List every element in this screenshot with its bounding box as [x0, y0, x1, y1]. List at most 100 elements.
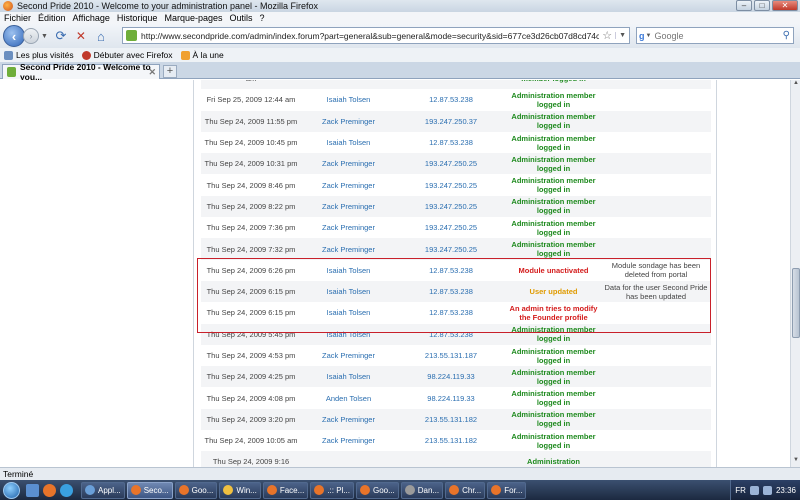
- show-desktop-icon[interactable]: [26, 483, 39, 497]
- forward-button[interactable]: ›: [23, 28, 39, 44]
- bookmark-getting-started[interactable]: Débuter avec Firefox: [81, 50, 173, 60]
- log-user-link[interactable]: Zack Preminger: [301, 153, 396, 175]
- taskbar-item[interactable]: Win...: [219, 481, 261, 499]
- menu-item-fichier[interactable]: Fichier: [4, 13, 31, 23]
- log-user-link[interactable]: Zack Preminger: [301, 408, 396, 431]
- start-button[interactable]: [0, 480, 22, 500]
- log-detail: [601, 451, 711, 467]
- log-user-link[interactable]: Isaiah Tolsen: [301, 259, 396, 281]
- log-action: Administration member logged in: [506, 323, 601, 345]
- menu-item-help[interactable]: ?: [260, 13, 265, 23]
- taskbar-item[interactable]: Chr...: [445, 481, 486, 499]
- url-bar[interactable]: http://www.secondpride.com/admin/index.f…: [122, 27, 630, 44]
- log-ip-link[interactable]: 12.87.53.238: [396, 259, 506, 281]
- taskbar-item[interactable]: Dan...: [400, 481, 444, 499]
- log-row: Thu Sep 24, 2009 8:22 pm Zack Preminger 19…: [201, 195, 711, 218]
- back-button[interactable]: ‹: [3, 25, 25, 47]
- volume-icon[interactable]: [762, 485, 772, 495]
- close-button[interactable]: ✕: [772, 0, 798, 11]
- taskbar-item[interactable]: Appl...: [81, 481, 125, 499]
- bookmark-headlines[interactable]: À la une: [180, 50, 224, 60]
- log-ip-link[interactable]: 98.224.119.33: [396, 387, 506, 409]
- log-user-link[interactable]: Isaiah Tolsen: [301, 366, 396, 388]
- log-ip-link[interactable]: 193.247.250.25: [396, 153, 506, 175]
- taskbar-item[interactable]: .:: Pl...: [310, 481, 354, 499]
- taskbar-item[interactable]: Face...: [262, 481, 309, 499]
- taskbar-item[interactable]: Goo...: [174, 481, 218, 499]
- tab-close-icon[interactable]: ✕: [148, 67, 156, 78]
- log-ip-link[interactable]: 193.247.250.25: [396, 238, 506, 260]
- search-input[interactable]: [654, 30, 783, 41]
- new-tab-button[interactable]: +: [163, 65, 177, 78]
- clock[interactable]: 23:36: [776, 486, 796, 495]
- forward-arrow-icon: ›: [29, 31, 33, 41]
- taskbar-item[interactable]: For...: [487, 481, 527, 499]
- log-action: Administration member logged in: [506, 131, 601, 154]
- log-ip-link[interactable]: 213.55.131.182: [396, 430, 506, 452]
- log-user-link[interactable]: Zack Preminger: [301, 344, 396, 367]
- log-user-link[interactable]: Isaiah Tolsen: [301, 131, 396, 154]
- menu-item-outils[interactable]: Outils: [230, 13, 253, 23]
- home-icon[interactable]: ⌂: [92, 27, 110, 45]
- maximize-button[interactable]: □: [754, 0, 770, 11]
- menu-item-historique[interactable]: Historique: [117, 13, 158, 23]
- log-detail: [601, 323, 711, 345]
- taskbar-item-label: Chr...: [462, 485, 482, 495]
- reload-icon[interactable]: ⟳: [52, 27, 70, 45]
- bookmark-most-visited[interactable]: Les plus visités: [4, 50, 74, 60]
- log-ip-link[interactable]: 12.87.53.238: [396, 323, 506, 345]
- rss-feed-icon: [180, 50, 190, 60]
- log-ip-link[interactable]: 98.224.119.33: [396, 366, 506, 388]
- log-ip-link[interactable]: 12.87.53.238: [396, 131, 506, 154]
- log-row: Thu Sep 24, 2009 9:16 Administration: [201, 451, 711, 467]
- taskbar-app-icon: [178, 485, 189, 495]
- log-user-link[interactable]: Isaiah Tolsen: [301, 280, 396, 303]
- log-date: Fri Sep 25, 2009 12:44 am: [201, 89, 301, 111]
- engine-dropdown-icon[interactable]: ▼: [646, 33, 652, 39]
- firefox-quicklaunch-icon[interactable]: [43, 483, 56, 497]
- vertical-scrollbar[interactable]: ▲ ▼: [790, 80, 800, 467]
- stop-icon[interactable]: ✕: [72, 27, 90, 45]
- search-icon[interactable]: ⚲: [783, 30, 790, 41]
- log-ip-link[interactable]: 193.247.250.25: [396, 174, 506, 196]
- taskbar-item[interactable]: Seco...: [126, 481, 173, 499]
- log-ip-link[interactable]: 12.87.53.238: [396, 89, 506, 111]
- log-user-link[interactable]: Zack Preminger: [301, 430, 396, 452]
- bookmark-star-icon[interactable]: ☆: [602, 29, 612, 42]
- google-engine-icon[interactable]: g: [639, 31, 645, 41]
- url-dropdown-icon[interactable]: ▼: [615, 32, 629, 39]
- log-ip-link[interactable]: 213.55.131.187: [396, 344, 506, 367]
- log-user-link[interactable]: Zack Preminger: [301, 110, 396, 132]
- log-user-link[interactable]: Isaiah Tolsen: [301, 323, 396, 345]
- log-user-link[interactable]: Zack Preminger: [301, 195, 396, 218]
- scroll-down-icon[interactable]: ▼: [791, 457, 800, 467]
- windows-orb-icon: [2, 481, 20, 499]
- menu-item-edition[interactable]: Édition: [38, 13, 66, 23]
- log-user-link[interactable]: Zack Preminger: [301, 217, 396, 239]
- log-ip-link[interactable]: 193.247.250.25: [396, 195, 506, 218]
- log-user-link[interactable]: Isaiah Tolsen: [301, 89, 396, 111]
- ie-quicklaunch-icon[interactable]: [60, 483, 73, 497]
- url-text[interactable]: http://www.secondpride.com/admin/index.f…: [141, 31, 599, 41]
- log-user-link[interactable]: Zack Preminger: [301, 238, 396, 260]
- search-box[interactable]: g ▼ ⚲: [636, 27, 794, 44]
- log-ip-link[interactable]: 12.87.53.238: [396, 280, 506, 303]
- log-user-link[interactable]: Zack Preminger: [301, 174, 396, 196]
- language-indicator[interactable]: FR: [735, 486, 746, 495]
- network-icon[interactable]: [749, 485, 759, 495]
- windows-taskbar: Appl... Seco... Goo... Win... Face... .:: Pl.…: [0, 480, 800, 500]
- log-ip-link[interactable]: 193.247.250.37: [396, 110, 506, 132]
- log-ip-link[interactable]: 193.247.250.25: [396, 217, 506, 239]
- log-user-link[interactable]: Isaiah Tolsen: [301, 302, 396, 324]
- history-dropdown-icon[interactable]: ▼: [41, 33, 48, 40]
- menu-item-affichage[interactable]: Affichage: [73, 13, 110, 23]
- taskbar-item[interactable]: Goo...: [355, 481, 399, 499]
- log-user-link[interactable]: Anden Tolsen: [301, 387, 396, 409]
- scrollbar-thumb[interactable]: [792, 268, 800, 338]
- menu-item-marque-pages[interactable]: Marque-pages: [164, 13, 222, 23]
- tab-second-pride[interactable]: Second Pride 2010 - Welcome to you... ✕: [2, 62, 160, 82]
- log-ip-link[interactable]: 12.87.53.238: [396, 302, 506, 324]
- minimize-button[interactable]: –: [736, 0, 752, 11]
- scroll-up-icon[interactable]: ▲: [791, 80, 800, 90]
- log-ip-link[interactable]: 213.55.131.182: [396, 408, 506, 431]
